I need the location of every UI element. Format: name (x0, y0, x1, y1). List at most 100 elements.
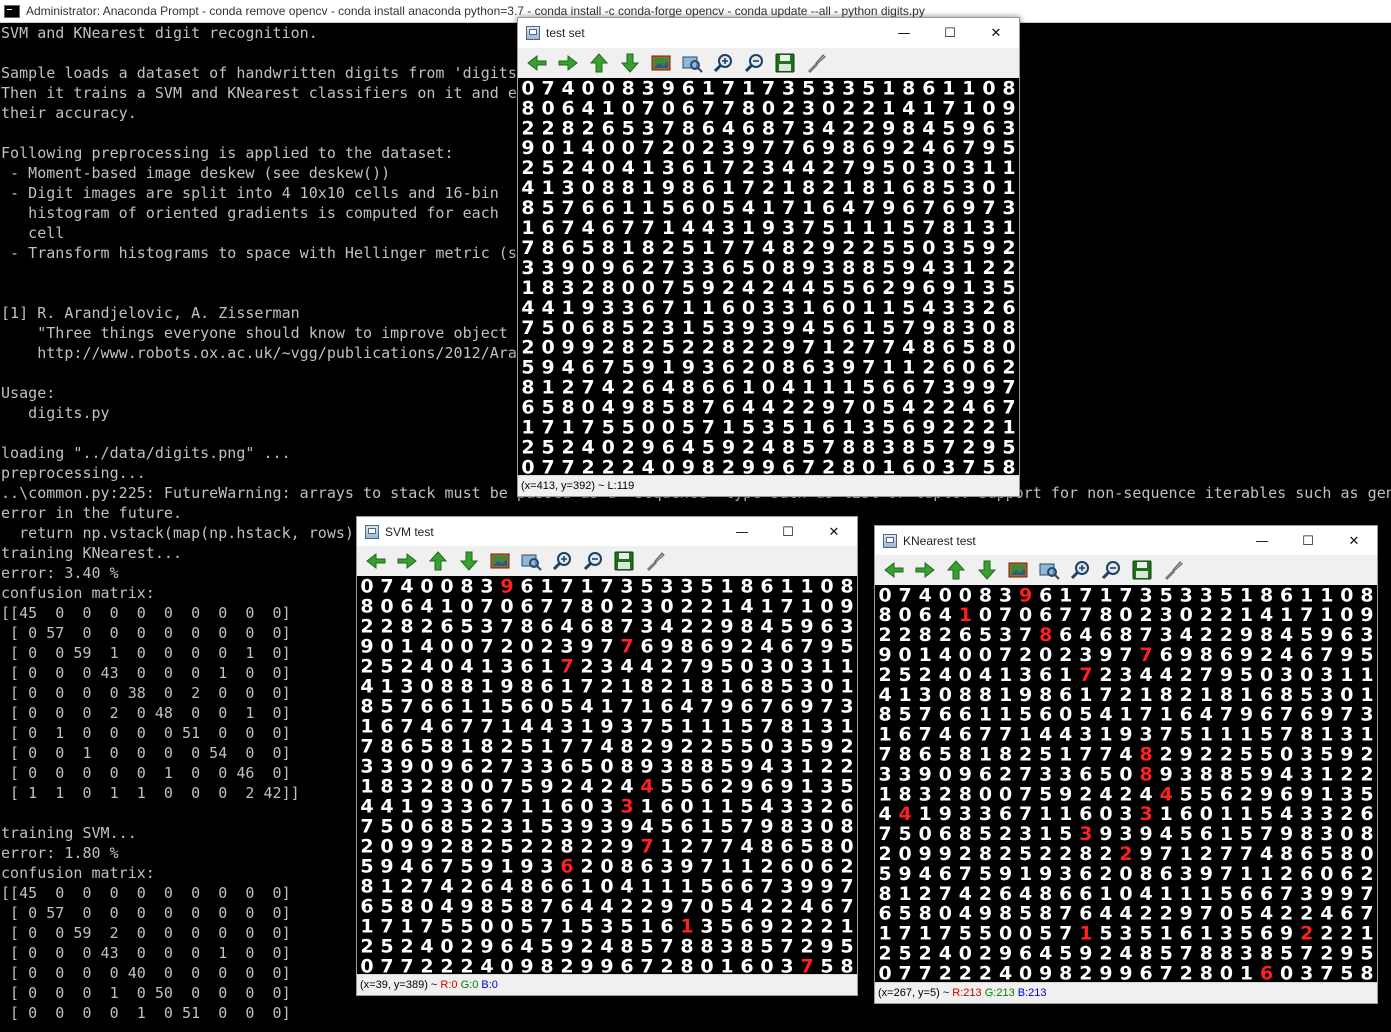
close-button[interactable]: ✕ (973, 18, 1019, 48)
maximize-button[interactable]: ☐ (765, 517, 811, 547)
maximize-button[interactable]: ☐ (1285, 526, 1331, 556)
arrow-down-button[interactable] (971, 555, 1002, 585)
digit-glyph: 1 (1320, 783, 1333, 805)
digit-glyph: 1 (1240, 863, 1253, 885)
digits-image[interactable]: 0740083961717353351861108806410706778023… (357, 576, 857, 976)
digit-glyph: 7 (1360, 903, 1373, 925)
digit-glyph: 7 (602, 357, 615, 379)
test-set-window[interactable]: test set — ☐ ✕ 0740083961717353351861108… (517, 17, 1020, 497)
image-button[interactable] (484, 546, 515, 576)
digit-glyph: 8 (959, 744, 972, 766)
digit-glyph: 9 (820, 935, 833, 957)
arrow-down-button[interactable] (614, 48, 645, 78)
arrow-right-button[interactable] (552, 48, 583, 78)
digit-glyph: 2 (742, 337, 755, 359)
window-titlebar[interactable]: test set — ☐ ✕ (518, 18, 1019, 48)
digit-glyph: 7 (1200, 664, 1213, 686)
arrow-left-button[interactable] (878, 555, 909, 585)
digit-glyph: 1 (922, 97, 935, 119)
save-button[interactable] (608, 546, 639, 576)
arrow-left-button[interactable] (360, 546, 391, 576)
digit-glyph: 6 (642, 377, 655, 399)
digit-glyph: 8 (1200, 763, 1213, 785)
digit-glyph: 8 (1039, 883, 1052, 905)
digit-glyph: 5 (982, 456, 995, 477)
digit-glyph: 5 (740, 795, 753, 817)
window-titlebar[interactable]: SVM test — ☐ ✕ (357, 517, 857, 547)
digit-glyph: 2 (640, 895, 653, 917)
zoom-out-button[interactable] (577, 546, 608, 576)
digit-glyph: 2 (1200, 843, 1213, 865)
digit-glyph: 9 (1360, 604, 1373, 626)
maximize-button[interactable]: ☐ (927, 18, 973, 48)
properties-button[interactable] (1157, 555, 1188, 585)
save-button[interactable] (1126, 555, 1157, 585)
digit-glyph: 2 (822, 456, 835, 477)
digit-glyph: 5 (640, 935, 653, 957)
fit-window-button[interactable] (515, 546, 546, 576)
digit-glyph: 2 (1280, 903, 1293, 925)
digit-glyph: 8 (520, 875, 533, 897)
digit-glyph: 1 (680, 715, 693, 737)
zoom-in-button[interactable] (1064, 555, 1095, 585)
close-button[interactable]: ✕ (1331, 526, 1377, 556)
arrow-left-button[interactable] (521, 48, 552, 78)
digit-glyph: 1 (700, 715, 713, 737)
digit-glyph: 2 (580, 835, 593, 857)
minimize-button[interactable]: — (881, 18, 927, 48)
digits-image[interactable]: 0740083961717353351861108806410706778023… (875, 585, 1377, 983)
zoom-in-button[interactable] (707, 48, 738, 78)
digit-glyph: 1 (521, 417, 534, 439)
digit-glyph: 5 (1260, 724, 1273, 746)
image-button[interactable] (645, 48, 676, 78)
digit-glyph: 6 (902, 177, 915, 199)
minimize-button[interactable]: — (719, 517, 765, 547)
knearest-test-window[interactable]: KNearest test — ☐ ✕ 07400839617173533518… (874, 525, 1378, 1004)
minimize-button[interactable]: — (1239, 526, 1285, 556)
arrow-up-button[interactable] (583, 48, 614, 78)
arrow-down-button[interactable] (453, 546, 484, 576)
zoom-in-button[interactable] (546, 546, 577, 576)
digit-glyph: 6 (899, 724, 912, 746)
digit-glyph: 9 (580, 955, 593, 976)
digit-glyph: 1 (562, 137, 575, 159)
image-button[interactable] (1002, 555, 1033, 585)
digit-glyph: 0 (762, 97, 775, 119)
digit-glyph: 8 (380, 735, 393, 757)
properties-button[interactable] (800, 48, 831, 78)
zoom-out-button[interactable] (1095, 555, 1126, 585)
digit-glyph: 9 (740, 775, 753, 797)
digit-glyph: 3 (1220, 923, 1233, 945)
arrow-left-icon (526, 54, 546, 72)
digits-image[interactable]: 0740083961717353351861108806410706778023… (518, 78, 1019, 477)
console-line: training KNearest... (1, 544, 183, 562)
digit-glyph: 4 (740, 595, 753, 617)
arrow-up-button[interactable] (940, 555, 971, 585)
save-button[interactable] (769, 48, 800, 78)
digit-glyph: 1 (682, 317, 695, 339)
close-button[interactable]: ✕ (811, 517, 857, 547)
digit-glyph: 7 (1340, 704, 1353, 726)
digit-glyph: 5 (902, 297, 915, 319)
digit-glyph: 6 (702, 117, 715, 139)
digit-glyph: 4 (521, 177, 534, 199)
digit-glyph: 0 (602, 157, 615, 179)
svm-test-window[interactable]: SVM test — ☐ ✕ 0740083961717353351861108… (356, 516, 858, 996)
digit-glyph: 8 (1360, 962, 1373, 983)
arrow-up-button[interactable] (422, 546, 453, 576)
arrow-right-button[interactable] (391, 546, 422, 576)
zoom-out-button[interactable] (738, 48, 769, 78)
digit-glyph: 3 (540, 855, 553, 877)
arrow-right-button[interactable] (909, 555, 940, 585)
fit-window-button[interactable] (676, 48, 707, 78)
digit-glyph: 6 (999, 883, 1012, 905)
digit-glyph: 5 (840, 775, 853, 797)
fit-window-button[interactable] (1033, 555, 1064, 585)
properties-button[interactable] (639, 546, 670, 576)
digit-glyph: 8 (520, 895, 533, 917)
digit-glyph: 1 (1340, 664, 1353, 686)
window-titlebar[interactable]: KNearest test — ☐ ✕ (875, 526, 1377, 556)
digit-glyph: 8 (562, 117, 575, 139)
digit-glyph: 2 (622, 436, 635, 458)
digit-glyph: 0 (1360, 843, 1373, 865)
